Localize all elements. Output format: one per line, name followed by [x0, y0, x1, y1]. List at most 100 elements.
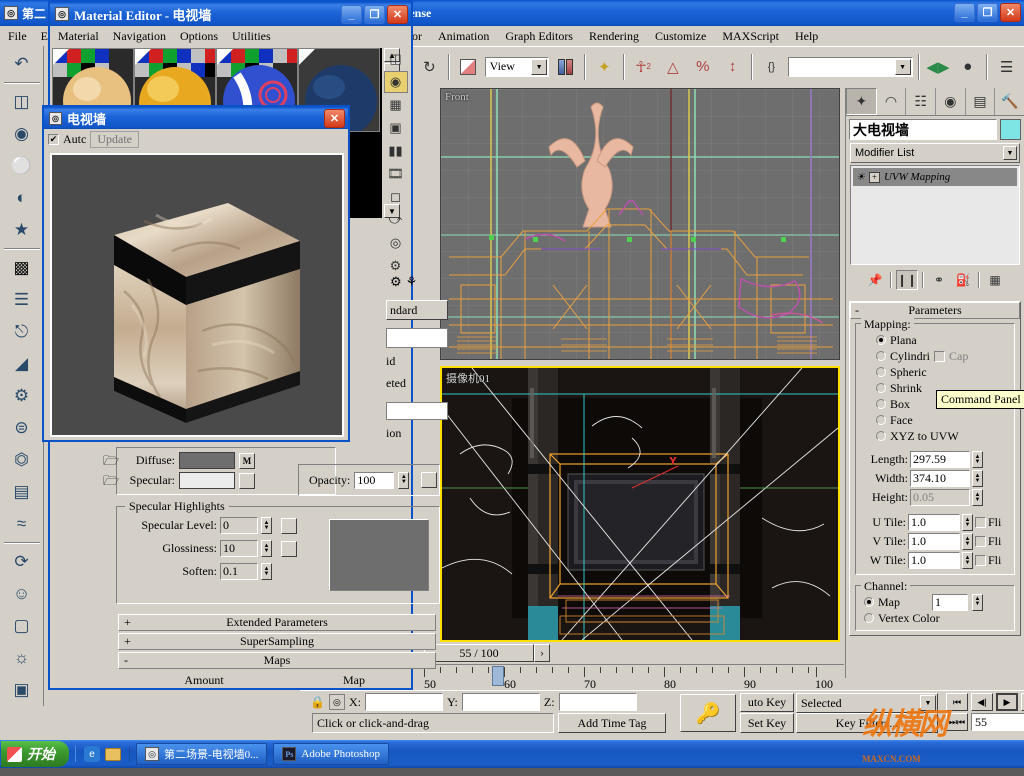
bg-menu-edit[interactable]: E	[41, 29, 48, 44]
auto-update-checkbox[interactable]	[48, 133, 59, 145]
v-flip-checkbox[interactable]	[975, 536, 986, 547]
expand-plus-icon[interactable]: +	[124, 634, 131, 649]
chevron-down-icon[interactable]: ▼	[1003, 146, 1017, 160]
me-maximize-button[interactable]: ❐	[364, 5, 385, 24]
previous-frame-icon[interactable]: ◀|	[971, 693, 993, 711]
v-tile-field[interactable]: 1.0	[908, 533, 960, 550]
minimize-button[interactable]: _	[954, 3, 975, 22]
align-icon[interactable]	[552, 51, 579, 82]
glossiness-spinner[interactable]: ▲ ▼	[261, 540, 272, 557]
camera-icon[interactable]: ▣	[2, 674, 42, 706]
material-editor-icon[interactable]: ●	[954, 51, 982, 82]
configure-sets-icon[interactable]: ▦	[984, 270, 1006, 290]
me-close-button[interactable]: ✕	[387, 5, 408, 24]
sample-type-icon[interactable]: ◫	[384, 48, 408, 70]
object-name-field[interactable]: 大电视墙	[849, 119, 997, 140]
menu-animation[interactable]: Animation	[438, 29, 489, 44]
ie-icon[interactable]: e	[84, 746, 100, 762]
extended-parameters-rollout[interactable]: + Extended Parameters	[118, 614, 436, 631]
utilities-tab[interactable]: 🔨	[995, 88, 1024, 115]
expand-plus-icon[interactable]: +	[868, 171, 880, 183]
lock-specular-icon[interactable]: 🗁	[103, 472, 119, 494]
light-bulb-icon[interactable]: ☀	[856, 172, 865, 183]
spinner-snap-icon[interactable]: ↕	[719, 51, 746, 82]
shader-extra-field[interactable]	[386, 402, 448, 420]
frame-number-field[interactable]: 55	[971, 713, 1024, 731]
me-menu-material[interactable]: Material	[58, 29, 99, 44]
soften-spinner[interactable]: ▲ ▼	[261, 563, 272, 580]
w-flip-checkbox[interactable]	[975, 555, 986, 566]
u-tile-field[interactable]: 1.0	[908, 514, 960, 531]
me-menu-options[interactable]: Options	[180, 29, 218, 44]
object-color-swatch[interactable]	[1000, 119, 1021, 140]
lock-diffuse-icon[interactable]: 🗁	[103, 452, 119, 474]
gear-icon[interactable]: ⚙	[2, 380, 42, 412]
set-key-button[interactable]: Set Key	[740, 713, 794, 733]
u-flip-checkbox[interactable]	[975, 517, 986, 528]
cap-checkbox[interactable]	[934, 350, 946, 362]
opacity-field[interactable]: 100	[354, 471, 395, 489]
channel-radio-vertex-color[interactable]: Vertex Color	[860, 610, 1010, 626]
maximize-button[interactable]: ❐	[977, 3, 998, 22]
twist-icon[interactable]: ⟳	[2, 546, 42, 578]
close-button[interactable]: ✕	[1000, 3, 1021, 22]
current-frame-display[interactable]: 55 / 100	[424, 644, 534, 662]
radio-icon[interactable]	[876, 383, 886, 393]
chevron-down-icon[interactable]: ▼	[531, 58, 548, 75]
helix-coil-icon[interactable]: ☰	[2, 284, 42, 316]
radio-icon[interactable]	[864, 613, 874, 623]
select-object-icon[interactable]: ✦	[590, 51, 618, 82]
specular-level-map-button[interactable]	[281, 517, 297, 534]
mapping-radio-xyz-to-uvw[interactable]: XYZ to UVW	[860, 428, 1010, 444]
start-button[interactable]: 开始	[1, 741, 69, 767]
shader-type-combo[interactable]	[386, 328, 448, 348]
pin-stack-icon[interactable]: 📌	[864, 270, 886, 290]
timeline-ruler[interactable]: 50 60 70 80 90 100	[412, 664, 844, 690]
specular-level-field[interactable]: 0	[220, 517, 258, 534]
menu-customize[interactable]: Customize	[655, 29, 706, 44]
skeleton-icon[interactable]: ⊜	[2, 412, 42, 444]
stack-item-uvw-mapping[interactable]: ☀ + UVW Mapping	[853, 168, 1017, 186]
backlight-icon[interactable]: ◉	[383, 71, 408, 93]
radio-icon[interactable]	[876, 351, 886, 361]
w-tile-spinner[interactable]: ▲ ▼	[962, 552, 973, 569]
length-field[interactable]: 297.59	[910, 451, 970, 468]
opacity-map-button[interactable]	[421, 472, 438, 488]
z-field[interactable]	[558, 693, 637, 711]
options-icon[interactable]: ◻	[384, 186, 408, 208]
create-tab[interactable]: ✦	[846, 88, 877, 115]
display-tab[interactable]: ▤	[966, 88, 996, 115]
max-menubar[interactable]: or Animation Graph Editors Rendering Cus…	[398, 26, 1024, 46]
reference-coordinate-combo[interactable]: View ▼	[484, 56, 550, 77]
star-shape-icon[interactable]: ★	[2, 214, 42, 246]
make-unique-icon[interactable]: ⚭	[928, 270, 950, 290]
diffuse-map-button[interactable]: M	[239, 452, 255, 469]
box-primitives-icon[interactable]: ◫	[2, 86, 42, 118]
v-tile-spinner[interactable]: ▲ ▼	[962, 533, 973, 550]
angle-snap-icon[interactable]: △	[659, 51, 687, 82]
radio-icon[interactable]	[876, 335, 886, 345]
show-end-result-icon[interactable]: ❙❙	[896, 270, 918, 290]
u-tile-spinner[interactable]: ▲ ▼	[962, 514, 973, 531]
mirror-icon[interactable]: ◀▶	[924, 51, 952, 82]
me-menu-navigation[interactable]: Navigation	[113, 29, 166, 44]
select-link-icon[interactable]	[454, 51, 482, 82]
diffuse-color-swatch[interactable]	[179, 452, 235, 469]
width-spinner[interactable]: ▲ ▼	[972, 470, 983, 487]
background-checker-icon[interactable]: ▦	[384, 94, 408, 116]
collapse-minus-icon[interactable]: -	[855, 303, 859, 318]
go-to-start-icon[interactable]: ⏮	[946, 693, 968, 711]
flatten-icon[interactable]: ⏣	[2, 444, 42, 476]
mapping-radio-cylindrical[interactable]: Cylindri Cap	[860, 348, 1010, 364]
wave-icon[interactable]: ≈	[2, 508, 42, 540]
w-tile-field[interactable]: 1.0	[908, 552, 960, 569]
lock-selection-icon[interactable]: 🔒	[310, 695, 325, 709]
length-spinner[interactable]: ▲ ▼	[972, 451, 983, 468]
bg-menu-file[interactable]: File	[8, 29, 27, 44]
y-field[interactable]	[461, 693, 540, 711]
biped-icon[interactable]: ☺	[2, 578, 42, 610]
motion-tab[interactable]: ◉	[936, 88, 966, 115]
channel-map-field[interactable]: 1	[932, 593, 968, 611]
make-preview-icon[interactable]: 🎞	[384, 163, 408, 185]
undo-icon[interactable]: ↻	[416, 51, 443, 82]
